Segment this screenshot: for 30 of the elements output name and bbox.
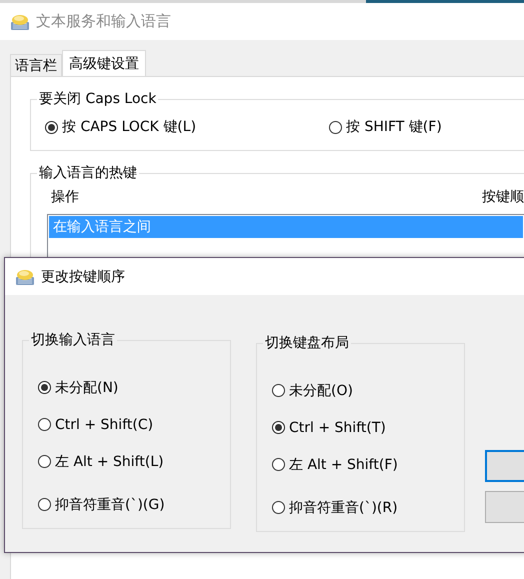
group-title: 切换键盘布局 <box>263 334 351 352</box>
radio-button[interactable] <box>272 421 285 434</box>
radio-label[interactable]: 抑音符重音(`)(R) <box>289 498 398 516</box>
radio-button[interactable] <box>329 120 342 134</box>
group-title: 切换输入语言 <box>29 331 117 349</box>
group-title: 要关闭 Caps Lock <box>37 90 158 108</box>
radio-label[interactable]: 左 Alt + Shift(L) <box>55 452 164 470</box>
radio-button[interactable] <box>38 498 51 511</box>
tab[interactable]: 语言栏 <box>10 54 62 76</box>
radio-button[interactable] <box>272 458 285 471</box>
radio-label[interactable]: 按 SHIFT 键(F) <box>346 118 442 136</box>
radio-label[interactable]: 抑音符重音(`)(G) <box>55 496 165 514</box>
group-title: 输入语言的热键 <box>37 164 139 182</box>
radio-label[interactable]: Ctrl + Shift(C) <box>55 416 154 432</box>
radio-label[interactable]: Ctrl + Shift(T) <box>289 420 386 436</box>
radio-button[interactable] <box>272 384 285 397</box>
radio-button[interactable] <box>38 381 51 394</box>
radio-label[interactable]: 未分配(O) <box>289 382 353 400</box>
radio-label[interactable]: 左 Alt + Shift(F) <box>289 456 398 474</box>
radio-label[interactable]: 按 CAPS LOCK 键(L) <box>62 118 196 136</box>
radio-button[interactable] <box>45 120 58 134</box>
radio-label[interactable]: 未分配(N) <box>55 378 118 396</box>
radio-button[interactable] <box>38 455 51 468</box>
radio-button[interactable] <box>38 418 51 431</box>
column-header: 操作 <box>51 188 79 207</box>
window-title: 文本服务和输入语言 <box>36 12 171 31</box>
tab[interactable]: 高级键设置 <box>62 50 146 76</box>
column-header: 按键顺 <box>482 188 524 207</box>
radio-button[interactable] <box>272 501 285 514</box>
dialog-title: 更改按键顺序 <box>41 268 125 286</box>
